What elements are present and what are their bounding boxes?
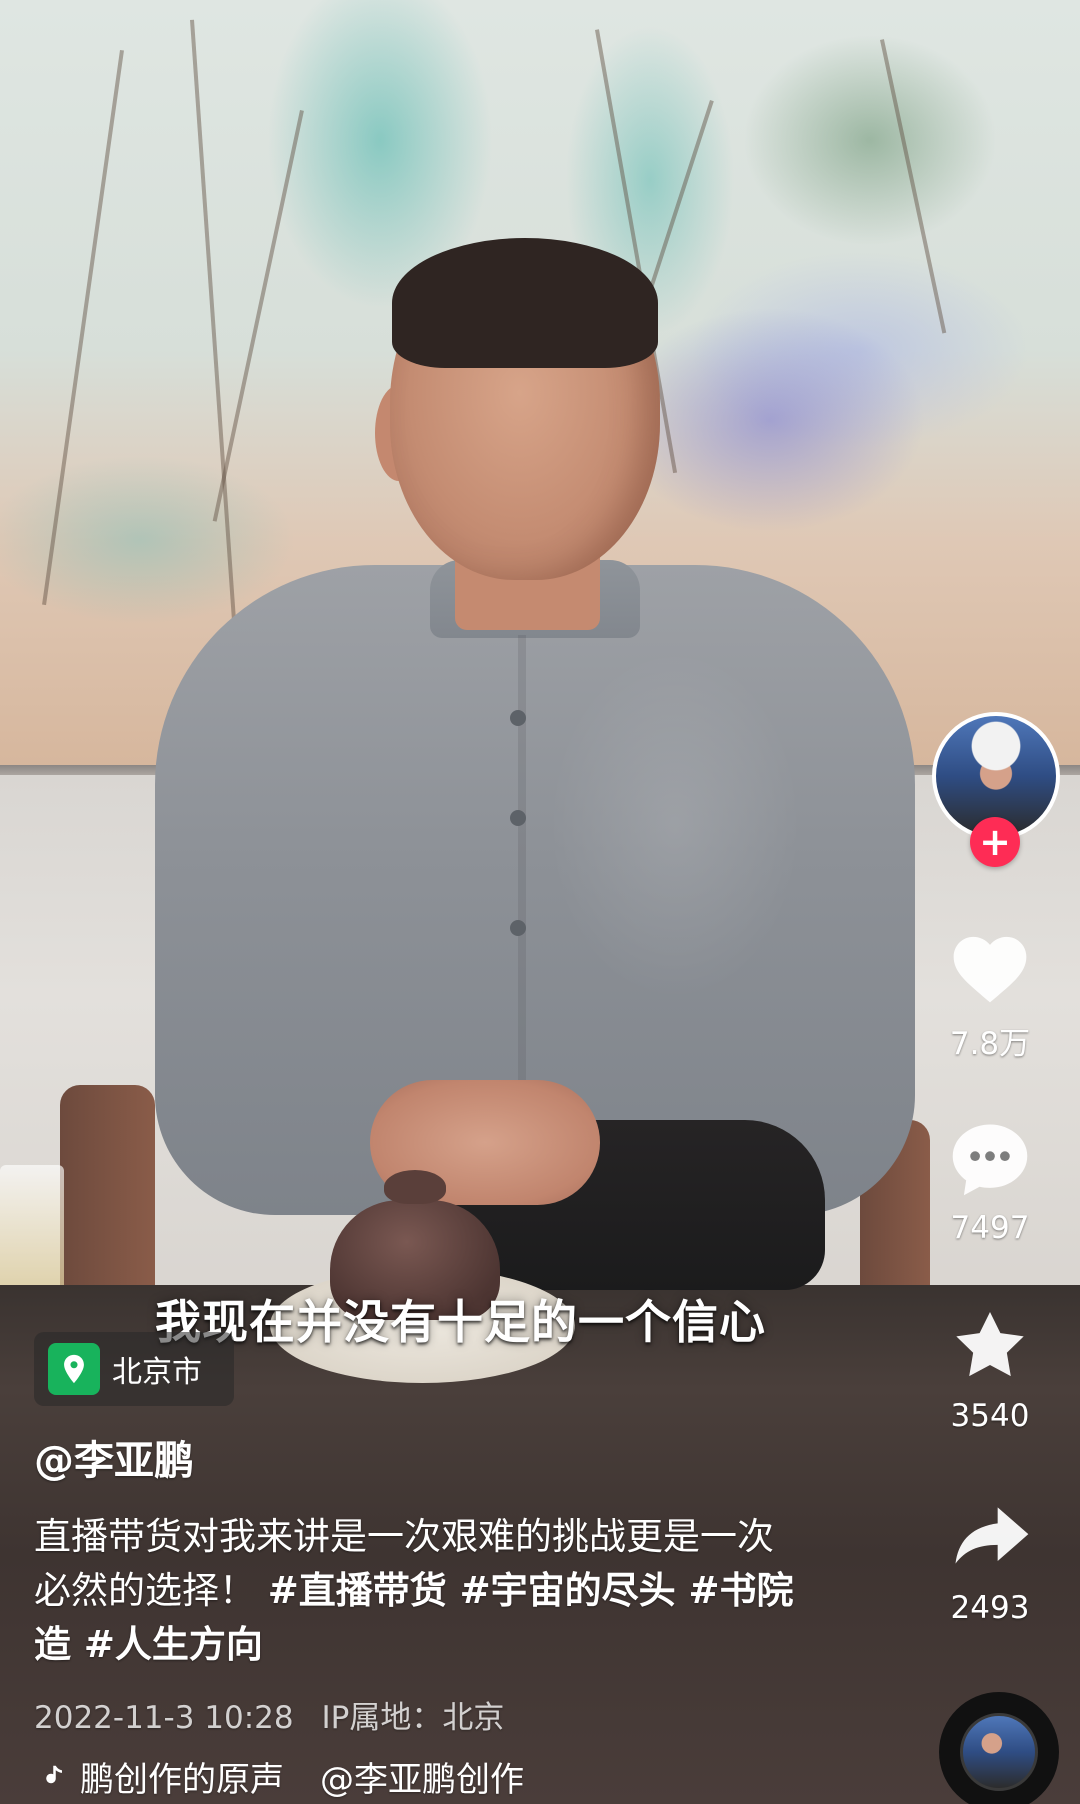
shirt-button: [510, 710, 526, 726]
favorite-count: 3540: [950, 1398, 1030, 1434]
share-icon: [935, 1490, 1045, 1586]
author-name[interactable]: @李亚鹏: [34, 1428, 194, 1486]
heart-icon: [935, 918, 1045, 1014]
comment-action[interactable]: 7497: [900, 1110, 1080, 1246]
post-date-time: 2022-11-3 10:28: [34, 1700, 294, 1736]
teapot-lid: [384, 1170, 446, 1204]
comment-count: 7497: [950, 1210, 1030, 1246]
post-ip-location: IP属地：北京: [321, 1700, 505, 1736]
music-row[interactable]: 鹏创作的原声 @李亚鹏创作: [34, 1752, 524, 1801]
post-description: 直播带货对我来讲是一次艰难的挑战更是一次必然的选择！ #直播带货 #宇宙的尽头 …: [34, 1510, 794, 1672]
music-title-fragment: 鹏创作的原声: [80, 1760, 284, 1800]
music-disc-avatar: [960, 1713, 1038, 1791]
post-meta: 2022-11-3 10:28 IP属地：北京: [34, 1692, 504, 1737]
plus-icon: +: [979, 820, 1011, 864]
location-label: 北京市: [112, 1355, 202, 1390]
hair: [392, 238, 658, 368]
video-caption: 我现在并没有十足的一个信心: [155, 1295, 766, 1349]
like-action[interactable]: 7.8万: [900, 918, 1080, 1063]
music-note-icon: [34, 1759, 70, 1795]
like-count: 7.8万: [949, 1026, 1031, 1062]
video-screen[interactable]: 我现在并没有十足的一个信心 北京市 @李亚鹏 直播带货对我来讲是一次艰难的挑战更…: [0, 0, 1080, 1804]
shirt-button: [510, 810, 526, 826]
share-action[interactable]: 2493: [900, 1490, 1080, 1626]
share-count: 2493: [950, 1590, 1030, 1626]
follow-button[interactable]: +: [970, 817, 1020, 867]
favorite-action[interactable]: 3540: [900, 1298, 1080, 1434]
action-rail: + 7.8万 7497 3540 2493: [900, 700, 1080, 1804]
shirt-button: [510, 920, 526, 936]
star-icon: [935, 1298, 1045, 1394]
music-disc[interactable]: [939, 1692, 1059, 1804]
comment-icon: [935, 1110, 1045, 1206]
location-tag[interactable]: 北京市: [34, 1332, 234, 1406]
music-artist-fragment: @李亚鹏创作: [320, 1760, 524, 1800]
location-pin-icon: [48, 1343, 100, 1395]
